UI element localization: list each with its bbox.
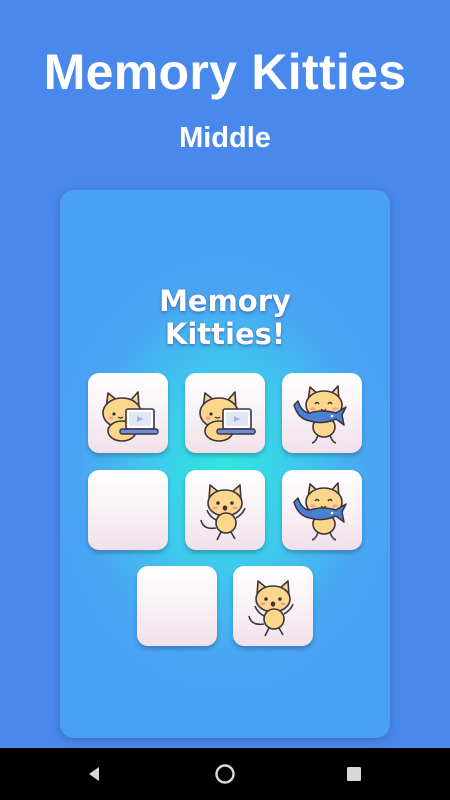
memory-card[interactable] xyxy=(185,470,265,550)
kitty-dancing-icon xyxy=(248,580,294,637)
system-navigation-bar xyxy=(0,748,450,800)
board-title-line1: Memory xyxy=(159,284,291,318)
memory-card[interactable] xyxy=(88,470,168,550)
home-icon xyxy=(215,764,235,784)
memory-card[interactable] xyxy=(185,373,265,453)
card-back xyxy=(94,476,162,544)
memory-card[interactable] xyxy=(233,566,313,646)
back-button[interactable] xyxy=(80,760,108,788)
home-button[interactable] xyxy=(211,760,239,788)
memory-card[interactable] xyxy=(137,566,217,646)
recents-button[interactable] xyxy=(340,760,368,788)
memory-card[interactable] xyxy=(282,470,362,550)
kitty-dancing-icon xyxy=(200,484,246,541)
card-back xyxy=(143,572,211,640)
app-title: Memory Kitties xyxy=(43,44,407,100)
kitty-fish-icon xyxy=(293,482,347,541)
memory-card[interactable] xyxy=(88,373,168,453)
game-board: Memory Kitties! xyxy=(60,190,390,738)
memory-card[interactable] xyxy=(282,373,362,453)
kitty-laptop-icon xyxy=(199,391,256,442)
level-label: Middle xyxy=(179,122,271,154)
recents-icon xyxy=(347,767,361,781)
kitty-laptop-icon xyxy=(102,391,159,442)
board-title-line2: Kitties! xyxy=(164,317,286,351)
kitty-fish-icon xyxy=(293,385,347,444)
board-title: Memory Kitties! xyxy=(60,285,390,351)
back-icon xyxy=(89,767,99,781)
